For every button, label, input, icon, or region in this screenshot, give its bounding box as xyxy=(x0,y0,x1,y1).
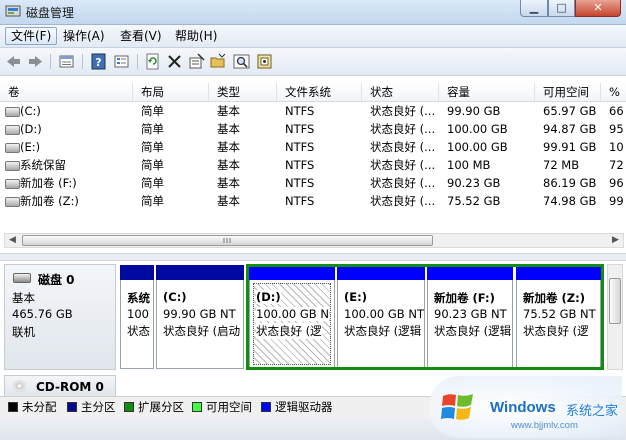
scroll-thumb[interactable] xyxy=(609,278,621,324)
col-capacity[interactable]: 容量 xyxy=(439,83,535,101)
forward-icon[interactable] xyxy=(27,53,44,70)
col-percent[interactable]: % xyxy=(601,83,626,101)
col-filesystem[interactable]: 文件系统 xyxy=(277,83,362,101)
legend-swatch xyxy=(8,402,18,412)
back-icon[interactable] xyxy=(5,53,22,70)
minimize-button[interactable]: ▁ xyxy=(520,0,548,17)
format-icon[interactable] xyxy=(256,53,273,70)
window-title: 磁盘管理 xyxy=(26,6,75,20)
disk0-info[interactable]: 磁盘 0 基本 465.76 GB 联机 xyxy=(4,264,116,370)
title-bar: 磁盘管理 ▁ □ ✕ xyxy=(0,0,626,25)
help-icon[interactable]: ? xyxy=(90,53,107,70)
menu-action[interactable]: 操作(A) xyxy=(58,28,110,44)
disk-type: 基本 xyxy=(12,291,35,305)
partition-type-bar xyxy=(156,265,244,280)
disk-management-app-icon xyxy=(5,5,21,17)
partition-type-bar xyxy=(516,265,601,280)
menu-view[interactable]: 查看(V) xyxy=(115,28,167,44)
col-free-space[interactable]: 可用空间 xyxy=(535,83,601,101)
volume-row[interactable]: (E:) 简单 基本 NTFS 状态良好 (... 100.00 GB 99.9… xyxy=(0,138,626,156)
volume-row[interactable]: (D:) 简单 基本 NTFS 状态良好 (... 100.00 GB 94.8… xyxy=(0,120,626,138)
menu-bar: 文件(F) 操作(A) 查看(V) 帮助(H) xyxy=(0,25,626,48)
partition-type-bar xyxy=(249,265,335,280)
legend-swatch xyxy=(192,402,202,412)
legend-swatch xyxy=(261,402,271,412)
legend-swatch xyxy=(67,402,77,412)
col-layout[interactable]: 布局 xyxy=(133,83,209,101)
scroll-thumb[interactable] xyxy=(22,235,433,246)
delete-icon[interactable] xyxy=(166,53,183,70)
disk-size: 465.76 GB xyxy=(12,307,73,321)
search-icon[interactable] xyxy=(233,53,250,70)
partition-d[interactable]: (D:) 100.00 GB N 状态良好 (逻 xyxy=(249,265,335,369)
partition-type-bar xyxy=(120,265,154,280)
maximize-button[interactable]: □ xyxy=(548,0,575,17)
disk-name: 磁盘 0 xyxy=(38,273,75,287)
cdrom-icon xyxy=(13,380,26,392)
partition-type-bar xyxy=(337,265,425,280)
pane-splitter[interactable] xyxy=(0,253,626,261)
legend-swatch xyxy=(124,402,134,412)
disk-state: 联机 xyxy=(12,325,35,339)
svg-text:?: ? xyxy=(95,56,101,69)
cdrom-name: CD-ROM 0 xyxy=(36,380,104,394)
vertical-scrollbar[interactable] xyxy=(607,264,623,370)
partition-e[interactable]: (E:) 100.00 GB NT 状态良好 (逻辑 xyxy=(337,265,425,369)
menu-file[interactable]: 文件(F) xyxy=(5,27,58,45)
toolbar: ? xyxy=(0,48,626,76)
partition-system-reserved[interactable]: 系统 100 状态 xyxy=(120,265,154,369)
horizontal-scrollbar[interactable]: ◀ ▶ xyxy=(4,233,624,248)
col-volume[interactable]: 卷 xyxy=(0,83,133,101)
refresh-icon[interactable] xyxy=(144,53,161,70)
col-status[interactable]: 状态 xyxy=(362,83,439,101)
close-button[interactable]: ✕ xyxy=(575,0,621,17)
grip-icon xyxy=(223,238,231,243)
scroll-left-arrow-icon[interactable]: ◀ xyxy=(5,234,20,247)
scroll-right-arrow-icon[interactable]: ▶ xyxy=(608,234,623,247)
watermark: Windows 系统之家 www.bjjmlv.com xyxy=(429,376,622,438)
volume-row[interactable]: 新加卷 (F:) 简单 基本 NTFS 状态良好 (... 90.23 GB 8… xyxy=(0,174,626,192)
partition-f[interactable]: 新加卷 (F:) 90.23 GB NT 状态良好 (逻辑 xyxy=(427,265,513,369)
cdrom0-info[interactable]: CD-ROM 0 xyxy=(4,375,116,397)
new-volume-icon[interactable] xyxy=(188,53,205,70)
disk-list-icon[interactable] xyxy=(58,53,75,70)
disk-icon xyxy=(13,273,31,283)
volume-row[interactable]: 新加卷 (Z:) 简单 基本 NTFS 状态良好 (... 75.52 GB 7… xyxy=(0,192,626,210)
partition-c[interactable]: (C:) 99.90 GB NT 状态良好 (启动 xyxy=(156,265,244,369)
partition-z[interactable]: 新加卷 (Z:) 75.52 GB NT 状态良好 (逻 xyxy=(516,265,601,369)
volume-table-header: 卷 布局 类型 文件系统 状态 容量 可用空间 % xyxy=(0,83,626,102)
windows-logo-icon xyxy=(441,394,473,420)
menu-help[interactable]: 帮助(H) xyxy=(170,28,222,44)
volume-row[interactable]: (C:) 简单 基本 NTFS 状态良好 (... 99.90 GB 65.97… xyxy=(0,102,626,120)
partition-type-bar xyxy=(427,265,513,280)
col-type[interactable]: 类型 xyxy=(209,83,277,101)
volume-row[interactable]: 系统保留 简单 基本 NTFS 状态良好 (... 100 MB 72 MB 7… xyxy=(0,156,626,174)
watermark-brand: Windows xyxy=(490,399,556,416)
watermark-site: 系统之家 xyxy=(566,404,619,419)
watermark-url: www.bjjmlv.com xyxy=(511,420,578,431)
open-folder-icon[interactable] xyxy=(210,53,227,70)
properties-icon[interactable] xyxy=(113,53,130,70)
